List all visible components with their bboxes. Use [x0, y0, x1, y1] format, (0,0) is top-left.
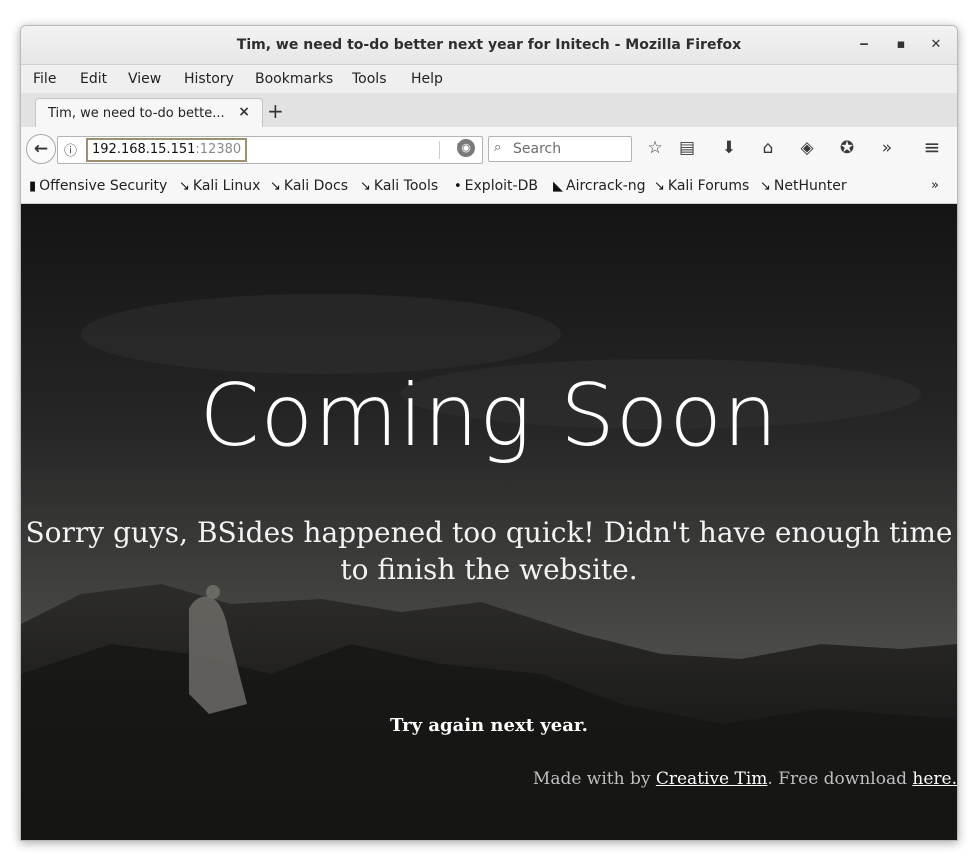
kali-dragon-icon: ↘: [270, 179, 281, 194]
close-window-button[interactable]: ✕: [925, 34, 947, 56]
home-icon[interactable]: ⌂: [757, 138, 779, 158]
menu-edit[interactable]: Edit: [80, 71, 107, 87]
tab-strip: Tim, we need to-do bette... × +: [21, 93, 957, 129]
try-again-text: Try again next year.: [390, 715, 588, 736]
bookmarks-overflow-icon[interactable]: »: [931, 178, 939, 193]
globe-icon[interactable]: ◉: [457, 139, 475, 157]
kali-dragon-icon: ↘: [179, 179, 190, 194]
bookmark-offensive-security[interactable]: ▮ Offensive Security: [29, 178, 167, 194]
url-separator: [439, 141, 440, 159]
exploit-db-icon: •: [454, 179, 462, 194]
creative-tim-link[interactable]: Creative Tim: [656, 769, 768, 789]
bookmark-label: Kali Docs: [283, 178, 348, 194]
bookmark-label: Exploit-DB: [464, 178, 538, 194]
bookmark-exploit-db[interactable]: • Exploit-DB: [454, 178, 538, 194]
aircrack-icon: ◣: [553, 179, 563, 194]
reading-list-icon[interactable]: ▤: [676, 138, 698, 158]
url-text[interactable]: 192.168.15.151:12380: [86, 138, 248, 162]
bookmark-nethunter[interactable]: ↘ NetHunter: [760, 178, 847, 194]
browser-window: Tim, we need to-do better next year for …: [20, 25, 958, 841]
credit-middle: . Free download: [767, 769, 913, 789]
bookmark-kali-forums[interactable]: ↘ Kali Forums: [654, 178, 749, 194]
download-icon[interactable]: ⬇: [718, 138, 740, 158]
offsec-icon: ▮: [29, 179, 37, 194]
star-icon[interactable]: ☆: [644, 138, 666, 158]
bookmark-label: Kali Forums: [667, 178, 750, 194]
search-icon: ⌕: [494, 140, 502, 155]
page-subtitle: Sorry guys, BSides happened too quick! D…: [25, 516, 953, 586]
page-content: Coming Soon Sorry guys, BSides happened …: [21, 204, 957, 840]
window-title: Tim, we need to-do better next year for …: [236, 37, 742, 53]
menu-tools[interactable]: Tools: [352, 71, 387, 87]
url-bar[interactable]: ⓘ 192.168.15.151:12380 ↻: [57, 136, 483, 164]
bookmark-kali-tools[interactable]: ↘ Kali Tools: [360, 178, 438, 194]
maximize-button[interactable]: ▪: [890, 34, 912, 56]
tab-active[interactable]: Tim, we need to-do bette... ×: [35, 98, 263, 129]
bookmark-label: Offensive Security: [39, 178, 168, 194]
download-here-link[interactable]: here.: [912, 769, 957, 789]
kali-dragon-icon: ↘: [760, 179, 771, 194]
title-bar: Tim, we need to-do better next year for …: [21, 26, 957, 65]
menu-view[interactable]: View: [128, 71, 161, 87]
bookmark-label: Kali Linux: [192, 178, 261, 194]
menu-file[interactable]: File: [33, 71, 56, 87]
search-input[interactable]: ⌕ Search: [488, 136, 632, 162]
menu-history[interactable]: History: [184, 71, 234, 87]
back-button[interactable]: ←: [26, 134, 56, 164]
pocket-icon[interactable]: ◈: [796, 138, 818, 158]
bookmarks-toolbar: ▮ Offensive Security ↘ Kali Linux ↘ Kali Do…: [21, 169, 957, 204]
hamburger-menu-icon[interactable]: ≡: [921, 135, 943, 159]
navigation-toolbar: ← ⓘ 192.168.15.151:12380 ↻ ◉ ⌕ Search ☆ …: [21, 127, 957, 169]
menu-bar: File Edit View History Bookmarks Tools H…: [21, 65, 957, 93]
tab-label: Tim, we need to-do bette...: [48, 106, 225, 121]
search-placeholder: Search: [513, 141, 562, 157]
kali-dragon-icon: ↘: [360, 179, 371, 194]
site-info-icon[interactable]: ⓘ: [64, 140, 77, 159]
bookmark-kali-docs[interactable]: ↘ Kali Docs: [270, 178, 348, 194]
page-heading: Coming Soon: [199, 366, 779, 466]
bookmark-label: Aircrack-ng: [566, 178, 646, 194]
url-host: 192.168.15.151: [92, 142, 196, 157]
new-tab-button[interactable]: +: [267, 99, 284, 123]
kali-dragon-icon: ↘: [654, 179, 665, 194]
menu-bookmarks[interactable]: Bookmarks: [255, 71, 333, 87]
bookmark-label: NetHunter: [773, 178, 847, 194]
credit-prefix: Made with by: [532, 769, 656, 789]
overflow-icon[interactable]: »: [876, 138, 898, 158]
bookmark-kali-linux[interactable]: ↘ Kali Linux: [179, 178, 260, 194]
minimize-button[interactable]: ‒: [853, 34, 875, 56]
url-port: :12380: [195, 142, 242, 157]
bookmark-label: Kali Tools: [373, 178, 439, 194]
bookmark-aircrack-ng[interactable]: ◣ Aircrack-ng: [553, 178, 646, 194]
menu-help[interactable]: Help: [411, 71, 443, 87]
tab-close-icon[interactable]: ×: [238, 104, 250, 120]
footer-credit: Made with by Creative Tim. Free download…: [533, 769, 957, 789]
addon-icon[interactable]: ✪: [836, 138, 858, 158]
